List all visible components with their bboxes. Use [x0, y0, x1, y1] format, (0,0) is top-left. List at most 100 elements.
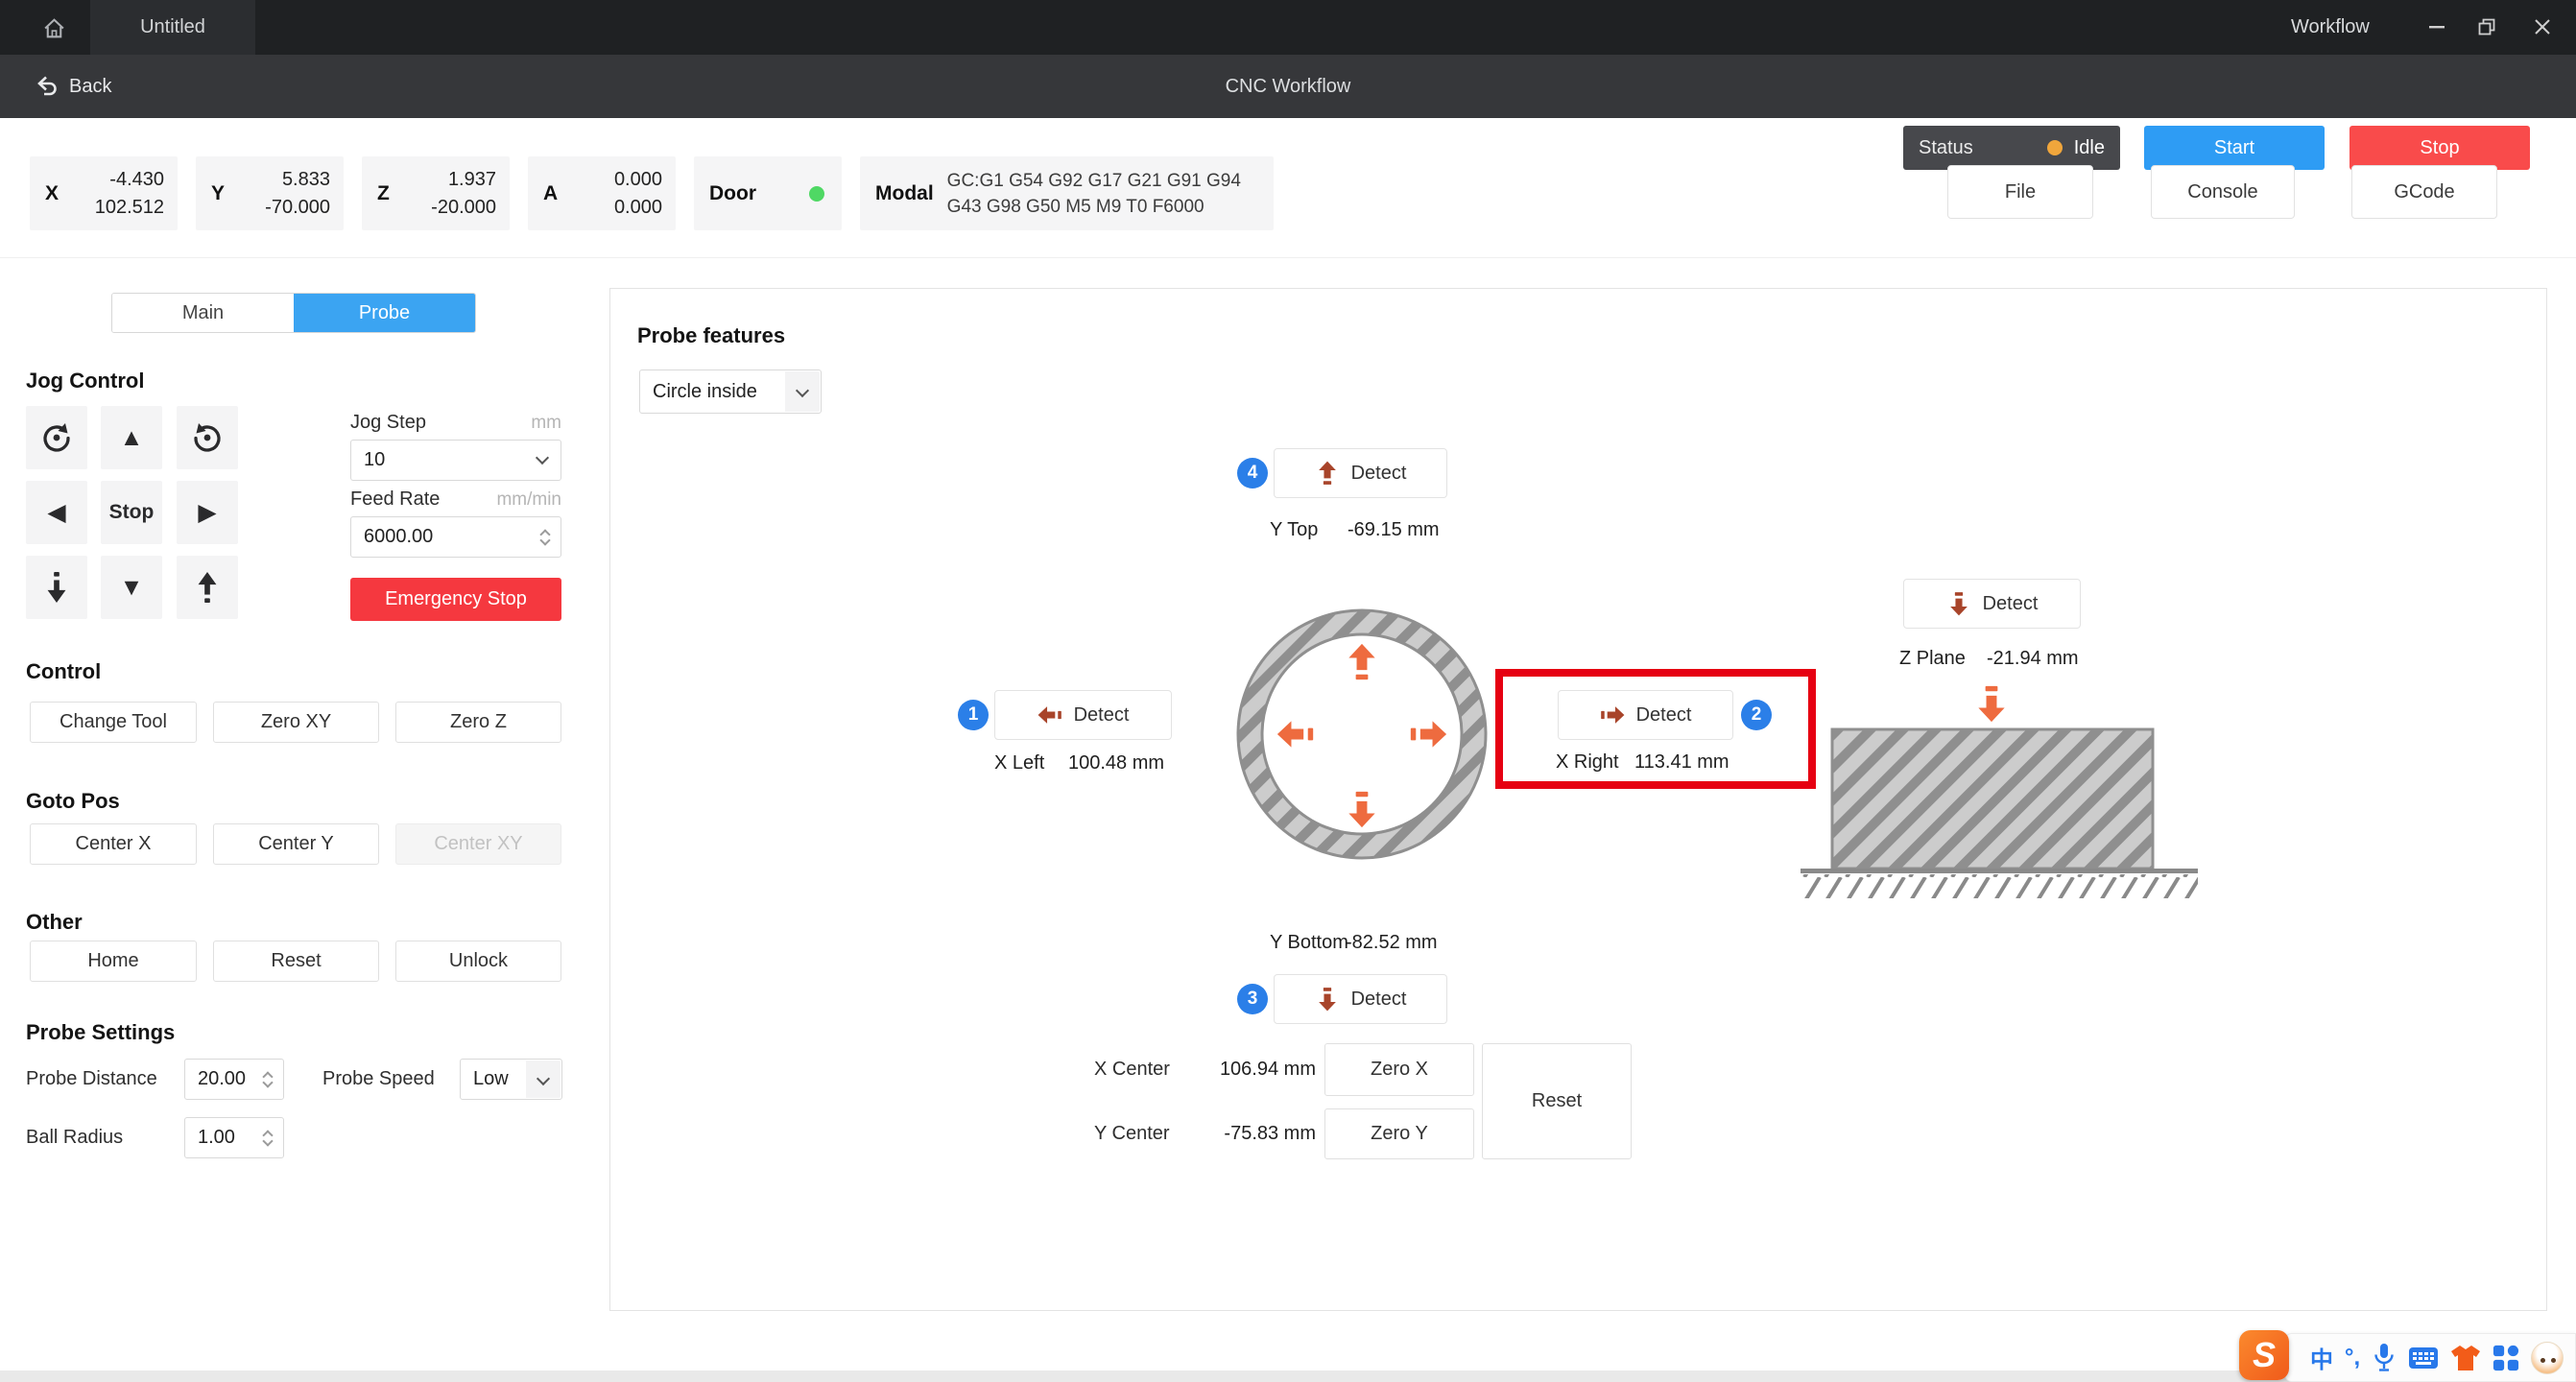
center-x-button[interactable]: Center X — [30, 823, 197, 865]
ime-punctuation-button[interactable]: °, — [2345, 1345, 2360, 1371]
jog-y-minus-button[interactable]: ▼ — [101, 556, 162, 619]
chevron-down-icon — [785, 371, 820, 412]
probe-feature-select[interactable]: Circle inside — [639, 369, 822, 414]
skin-tshirt-icon[interactable] — [2450, 1345, 2481, 1371]
probe-distance-value: 20.00 — [198, 1068, 246, 1090]
tab-main-label: Main — [182, 302, 224, 324]
home-button[interactable] — [35, 10, 73, 46]
start-button[interactable]: Start — [2144, 126, 2325, 170]
axis-y-letter: Y — [211, 182, 225, 205]
console-button[interactable]: Console — [2151, 165, 2295, 219]
z-plane-value: -21.94 mm — [1987, 648, 2079, 670]
y-center-value: -75.83 mm — [1152, 1108, 1316, 1159]
probe-move-up-icon — [1343, 643, 1381, 681]
stop-button[interactable]: Stop — [2349, 126, 2530, 170]
goto-pos-heading: Goto Pos — [26, 789, 120, 814]
unlock-button[interactable]: Unlock — [395, 941, 561, 982]
home-machine-button[interactable]: Home — [30, 941, 197, 982]
center-xy-button[interactable]: Center XY — [395, 823, 561, 865]
center-x-label: Center X — [76, 833, 152, 855]
jog-stop-button[interactable]: Stop — [101, 481, 162, 544]
reset-probe-button[interactable]: Reset — [1482, 1043, 1632, 1159]
stop-label: Stop — [2420, 137, 2459, 159]
ball-radius-spinner[interactable] — [264, 1132, 272, 1145]
x-left-label: X Left — [994, 752, 1044, 774]
center-y-button[interactable]: Center Y — [213, 823, 379, 865]
minimize-button[interactable] — [2424, 14, 2449, 39]
axis-z-letter: Z — [377, 182, 390, 205]
feed-rate-value: 6000.00 — [364, 526, 433, 548]
restore-button[interactable] — [2474, 14, 2499, 39]
feed-rate-input[interactable]: 6000.00 — [350, 516, 561, 558]
toolbox-grid-icon[interactable] — [2493, 1345, 2519, 1371]
probe-arrow-left-icon — [1038, 703, 1062, 727]
close-button[interactable] — [2530, 14, 2555, 39]
probe-settings-heading: Probe Settings — [26, 1020, 175, 1045]
probe-distance-spinner[interactable] — [264, 1073, 272, 1086]
zero-z-button[interactable]: Zero Z — [395, 702, 561, 743]
probe-arrow-right-icon — [1600, 703, 1625, 727]
tab-untitled[interactable]: Untitled — [90, 0, 255, 55]
z-plane-label: Z Plane — [1899, 648, 1966, 670]
detect-z-plane-button[interactable]: Detect — [1903, 579, 2081, 629]
axis-z-work: 1.937 — [448, 169, 496, 190]
reset-machine-button[interactable]: Reset — [213, 941, 379, 982]
divider — [0, 257, 2576, 258]
jog-stop-label: Stop — [109, 501, 155, 524]
jog-y-plus-button[interactable]: ▲ — [101, 406, 162, 469]
back-icon — [35, 74, 60, 99]
jog-x-minus-button[interactable]: ◀ — [26, 481, 87, 544]
zero-xy-button[interactable]: Zero XY — [213, 702, 379, 743]
restore-icon — [2475, 15, 2498, 38]
modal-line-2: G43 G98 G50 M5 M9 T0 F6000 — [947, 197, 1205, 217]
triangle-up-icon: ▲ — [120, 424, 144, 452]
center-xy-label: Center XY — [434, 833, 522, 855]
jog-step-select[interactable]: 10 — [350, 440, 561, 481]
feed-rate-spinner[interactable] — [541, 531, 549, 544]
detect-x-left-button[interactable]: Detect — [994, 690, 1172, 740]
jog-rotate-ccw-button[interactable] — [26, 406, 87, 469]
detect-x-right-button[interactable]: Detect — [1558, 690, 1733, 740]
zero-y-button[interactable]: Zero Y — [1324, 1108, 1474, 1159]
axis-a-letter: A — [543, 182, 558, 205]
control-heading: Control — [26, 659, 101, 684]
dro-axis-y: Y 5.833-70.000 — [196, 156, 344, 230]
detect-y-bottom-button[interactable]: Detect — [1274, 974, 1447, 1024]
back-button[interactable]: Back — [35, 55, 111, 118]
triangle-left-icon: ◀ — [47, 498, 65, 527]
emergency-stop-button[interactable]: Emergency Stop — [350, 578, 561, 621]
titlebar: Untitled Workflow — [0, 0, 2576, 55]
x-right-value: 113.41 mm — [1634, 751, 1729, 774]
gcode-button[interactable]: GCode — [2351, 165, 2497, 219]
reset-probe-label: Reset — [1532, 1090, 1582, 1112]
emoji-face-icon[interactable] — [2531, 1342, 2564, 1374]
home-icon — [41, 15, 67, 41]
probe-move-down-icon — [1343, 790, 1381, 828]
jog-z-plus-button[interactable] — [177, 556, 238, 619]
status-label: Status — [1919, 137, 1973, 159]
file-button[interactable]: File — [1947, 165, 2093, 219]
probe-speed-select[interactable]: Low — [460, 1059, 562, 1100]
keyboard-icon[interactable] — [2408, 1346, 2439, 1370]
probe-speed-value: Low — [473, 1068, 509, 1090]
axis-x-work: -4.430 — [109, 169, 164, 190]
ball-radius-input[interactable]: 1.00 — [184, 1117, 284, 1158]
ball-radius-value: 1.00 — [198, 1127, 235, 1149]
ime-language-button[interactable]: 中 — [2310, 1341, 2333, 1374]
probe-distance-input[interactable]: 20.00 — [184, 1059, 284, 1100]
tab-probe[interactable]: Probe — [294, 294, 475, 332]
close-icon — [2531, 15, 2554, 38]
door-label: Door — [709, 182, 756, 205]
microphone-icon[interactable] — [2372, 1343, 2397, 1373]
probe-move-right-icon — [1409, 715, 1447, 753]
tab-main[interactable]: Main — [112, 294, 294, 332]
jog-z-minus-button[interactable] — [26, 556, 87, 619]
change-tool-button[interactable]: Change Tool — [30, 702, 197, 743]
sogou-ime-icon[interactable]: S — [2239, 1330, 2289, 1380]
arrow-down-dot-icon — [45, 571, 68, 604]
jog-x-plus-button[interactable]: ▶ — [177, 481, 238, 544]
zero-x-button[interactable]: Zero X — [1324, 1043, 1474, 1096]
triangle-right-icon: ▶ — [198, 498, 216, 527]
jog-rotate-cw-button[interactable] — [177, 406, 238, 469]
detect-y-top-button[interactable]: Detect — [1274, 448, 1447, 498]
